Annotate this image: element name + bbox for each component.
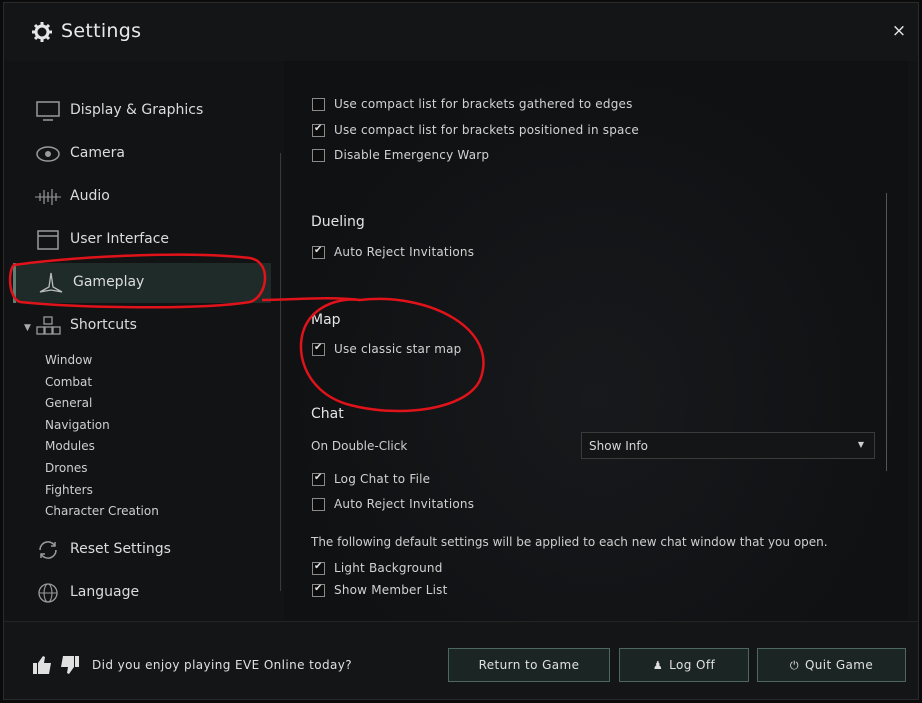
shortcut-general[interactable]: General: [45, 396, 92, 410]
checkbox-label: Light Background: [334, 561, 443, 575]
sidebar-item-label: Reset Settings: [70, 541, 171, 557]
eye-icon: [36, 146, 60, 162]
section-title-dueling: Dueling: [311, 214, 365, 230]
log-off-button[interactable]: ♟ Log Off: [619, 648, 749, 682]
footer-bar: Did you enjoy playing EVE Online today? …: [4, 621, 918, 699]
sidebar-item-label: Gameplay: [73, 274, 145, 290]
sidebar-item-label: Display & Graphics: [70, 102, 204, 118]
checkbox-label: Auto Reject Invitations: [334, 245, 475, 259]
shortcut-navigation[interactable]: Navigation: [45, 418, 110, 432]
checkbox-classic-star-map[interactable]: [312, 342, 325, 356]
sidebar-item-label: Camera: [70, 145, 125, 161]
sidebar-item-label: Language: [70, 584, 140, 600]
globe-icon: [38, 583, 58, 603]
section-title-map: Map: [311, 312, 341, 328]
waveform-icon: [35, 189, 61, 205]
double-click-label: On Double-Click: [311, 439, 408, 453]
button-label: Return to Game: [478, 658, 580, 672]
checkbox-chat-auto-reject[interactable]: [312, 498, 325, 511]
power-icon: ⏻: [789, 659, 799, 672]
sidebar-item-user-interface[interactable]: User Interface: [13, 220, 268, 260]
checkbox-label: Show Member List: [334, 583, 448, 597]
sidebar-item-shortcuts[interactable]: Shortcuts: [13, 306, 268, 346]
blocks-icon: [36, 316, 61, 335]
button-label: Quit Game: [804, 658, 874, 672]
thumbs-down-icon[interactable]: [60, 654, 80, 676]
reset-icon: [39, 541, 57, 559]
double-click-dropdown[interactable]: Show Info ▼: [581, 432, 875, 459]
checkbox-label: Log Chat to File: [334, 472, 431, 486]
sidebar-divider: [280, 153, 281, 591]
checkbox-label: Use classic star map: [334, 342, 462, 356]
checkbox-label: Disable Emergency Warp: [334, 148, 490, 162]
checkbox-compact-edges[interactable]: [312, 98, 325, 111]
title-bar: Settings ×: [4, 3, 918, 61]
checkbox-log-chat[interactable]: [312, 472, 325, 486]
sidebar-item-reset-settings[interactable]: Reset Settings: [13, 530, 268, 570]
checkbox-show-member-list[interactable]: [312, 583, 325, 597]
user-icon: ♟: [652, 659, 664, 672]
checkbox-label: Use compact list for brackets gathered t…: [334, 97, 633, 111]
dropdown-value: Show Info: [589, 439, 648, 453]
checkbox-label: Use compact list for brackets positioned…: [334, 123, 639, 137]
checkbox-compact-space[interactable]: [312, 123, 325, 137]
return-to-game-button[interactable]: Return to Game: [448, 648, 610, 682]
checkbox-dueling-auto-reject[interactable]: [312, 245, 325, 259]
shortcut-fighters[interactable]: Fighters: [45, 483, 93, 497]
chat-defaults-note: The following default settings will be a…: [311, 535, 828, 549]
settings-content: Use compact list for brackets gathered t…: [284, 61, 908, 621]
sidebar-item-camera[interactable]: Camera: [13, 134, 268, 174]
window-icon: [37, 230, 59, 250]
ship-icon: [39, 272, 63, 293]
sidebar-item-gameplay[interactable]: Gameplay: [13, 263, 271, 303]
button-label: Log Off: [669, 658, 716, 672]
chevron-down-icon: ▼: [857, 440, 864, 449]
shortcut-window[interactable]: Window: [45, 353, 92, 367]
settings-sidebar: Display & Graphics Camera Audio User Int…: [4, 61, 282, 621]
shortcut-drones[interactable]: Drones: [45, 461, 88, 475]
checkbox-disable-emergency-warp[interactable]: [312, 149, 325, 162]
checkbox-label: Auto Reject Invitations: [334, 497, 475, 511]
sidebar-item-label: User Interface: [70, 231, 170, 247]
shortcut-modules[interactable]: Modules: [45, 439, 95, 453]
settings-window: Settings × Display & Graphics Camera Aud…: [3, 2, 919, 700]
sidebar-item-label: Audio: [70, 188, 110, 204]
shortcut-character-creation[interactable]: Character Creation: [45, 504, 159, 518]
sidebar-item-label: Shortcuts: [70, 317, 137, 333]
sidebar-item-language[interactable]: Language: [13, 573, 268, 613]
gear-icon: [32, 22, 52, 42]
sidebar-item-display-graphics[interactable]: Display & Graphics: [13, 91, 268, 131]
monitor-icon: [36, 101, 60, 121]
shortcut-combat[interactable]: Combat: [45, 375, 92, 389]
sidebar-item-audio[interactable]: Audio: [13, 177, 268, 217]
section-title-chat: Chat: [311, 406, 344, 422]
scrollbar[interactable]: [886, 193, 887, 471]
window-title: Settings: [61, 20, 142, 42]
thumbs-up-icon[interactable]: [32, 654, 52, 676]
close-button[interactable]: ×: [890, 21, 908, 41]
feedback-question: Did you enjoy playing EVE Online today?: [92, 658, 353, 672]
quit-game-button[interactable]: ⏻ Quit Game: [757, 648, 906, 682]
checkbox-light-background[interactable]: [312, 561, 325, 575]
